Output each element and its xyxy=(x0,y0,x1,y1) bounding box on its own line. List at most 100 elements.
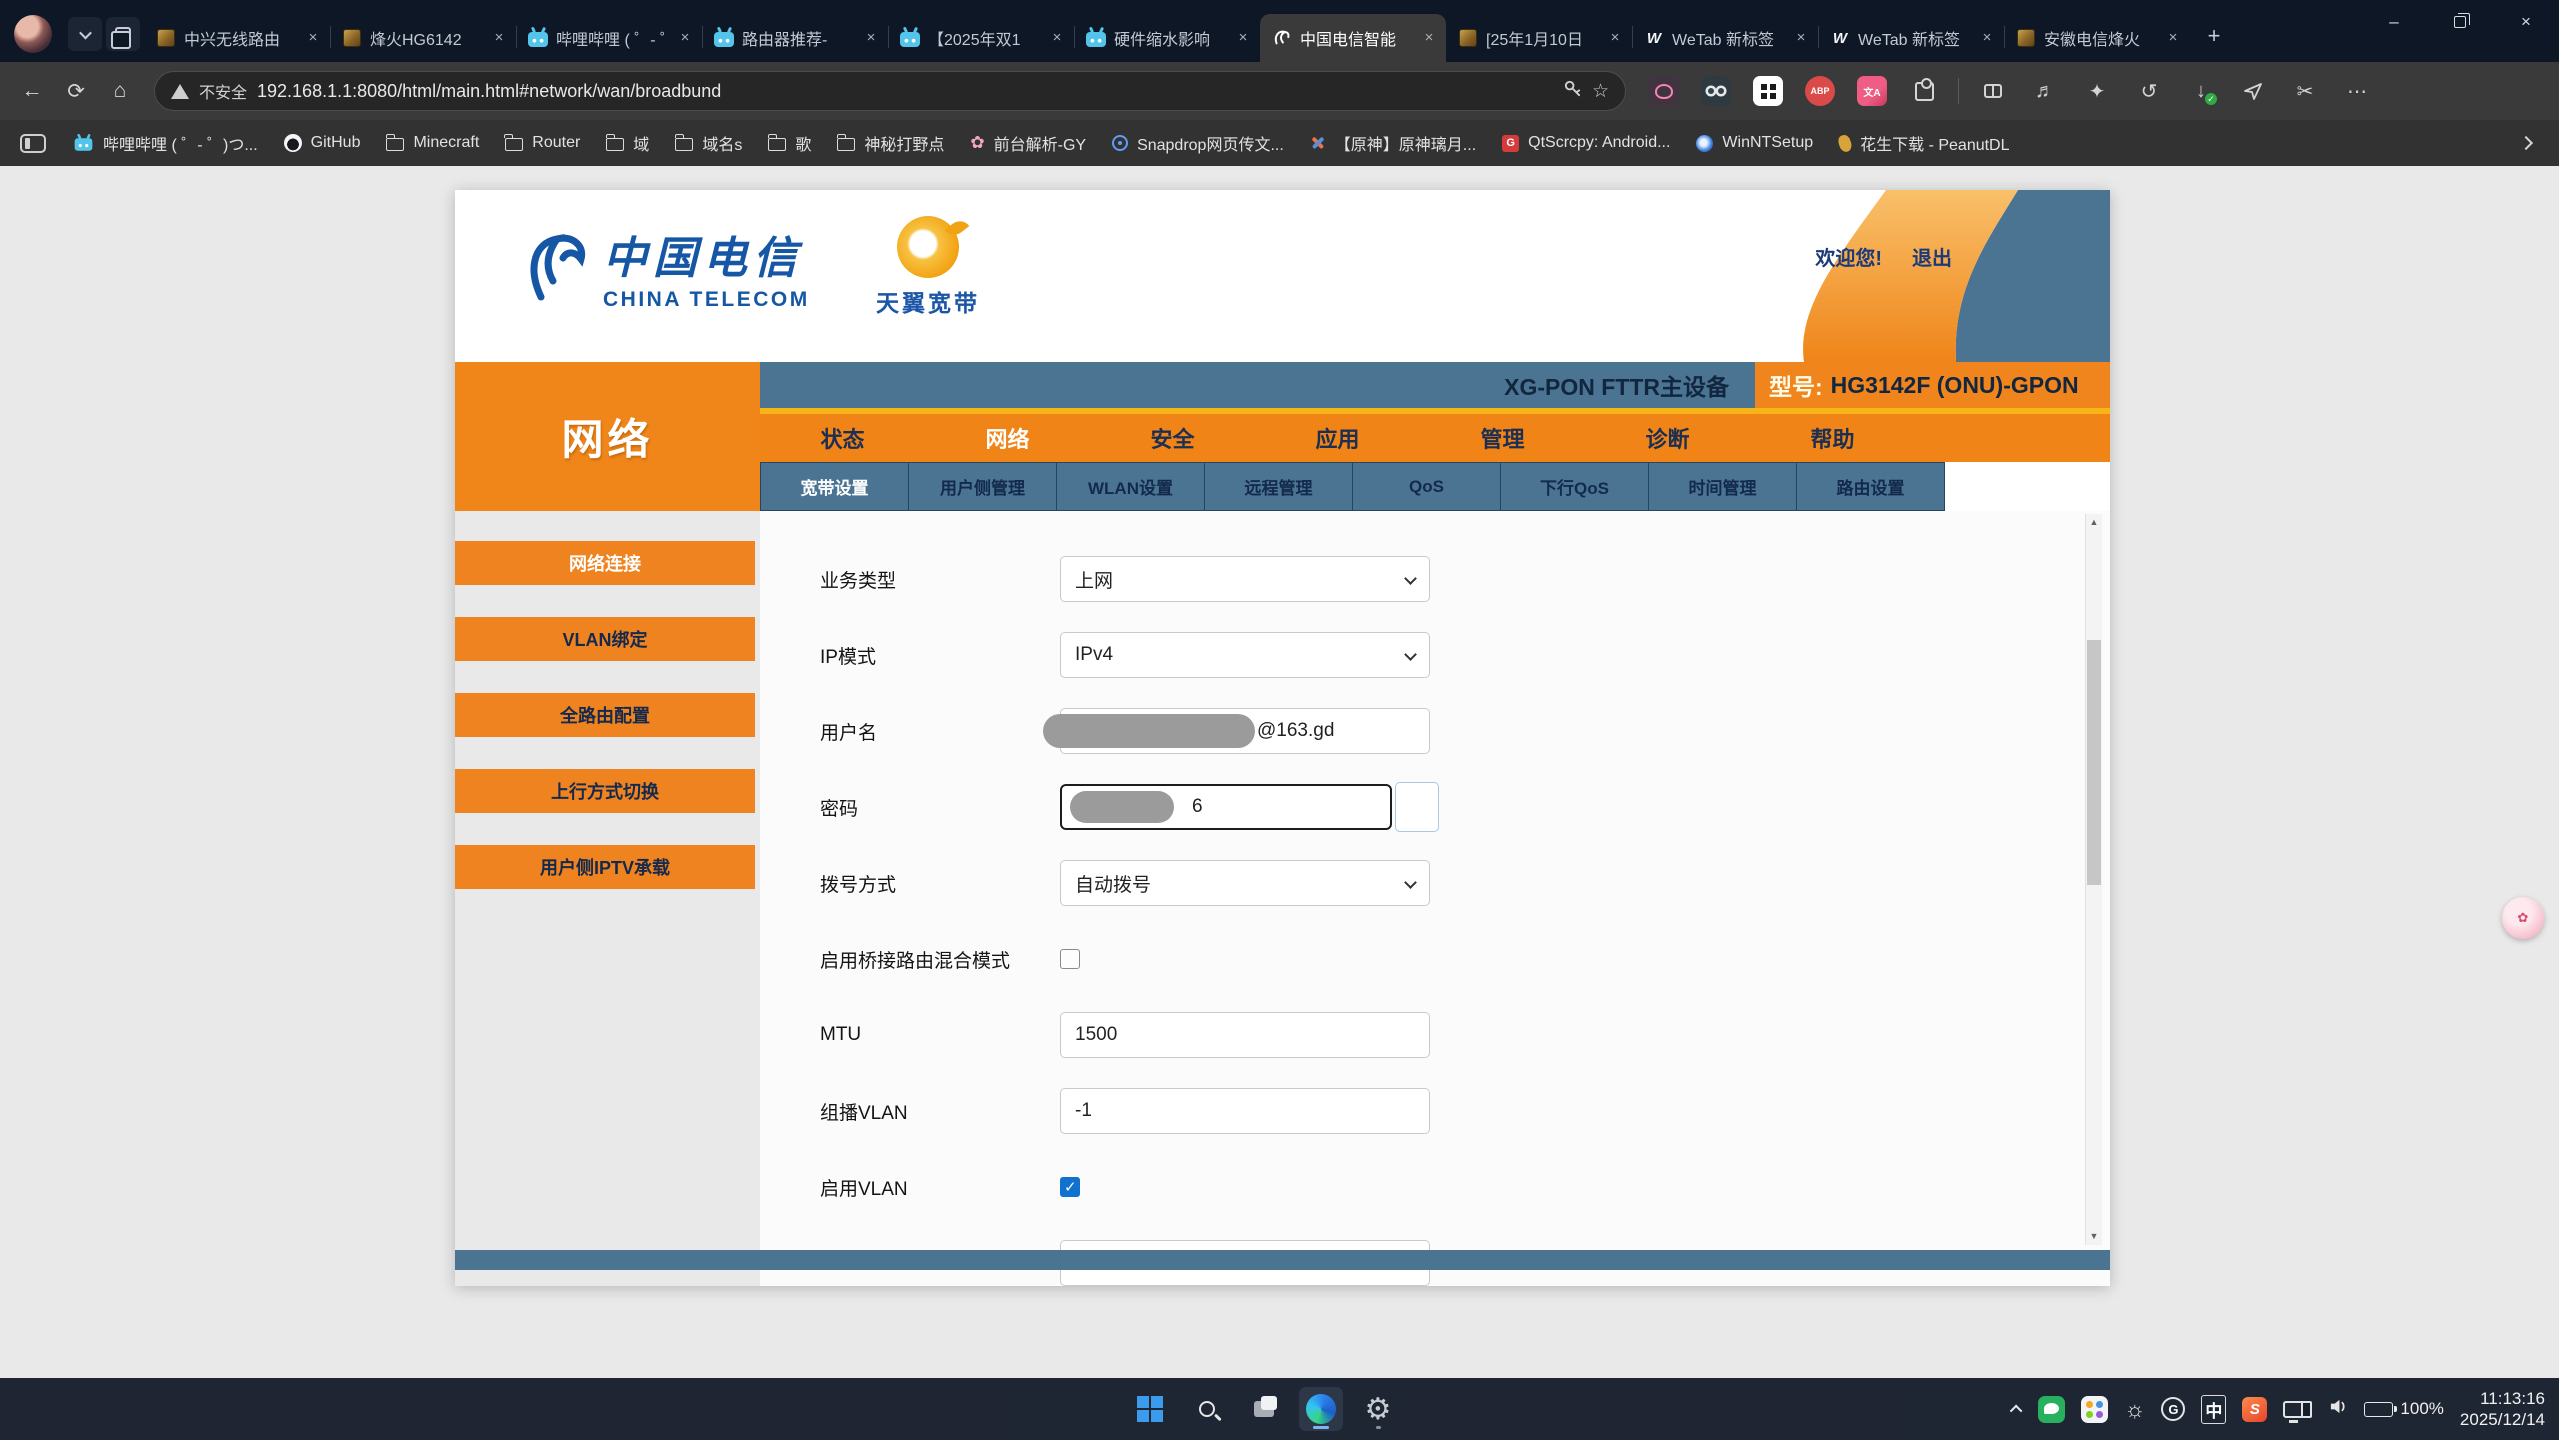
nav-item-security[interactable]: 安全 xyxy=(1090,422,1255,454)
restore-button[interactable] xyxy=(2427,0,2493,44)
bookmark-item[interactable]: 花生下载 - PeanutDL xyxy=(1826,131,2022,155)
scroll-down-arrow-icon[interactable]: ▼ xyxy=(2086,1228,2102,1245)
refresh-button[interactable]: ⟳ xyxy=(54,71,98,111)
bookmark-folder[interactable]: Router xyxy=(492,134,593,152)
sogou-tray-icon[interactable]: S xyxy=(2242,1397,2267,1422)
subtab-wlan-settings[interactable]: WLAN设置 xyxy=(1056,462,1205,511)
tray-overflow-chevron-icon[interactable] xyxy=(2010,1404,2023,1417)
nav-item-status[interactable]: 状态 xyxy=(760,422,925,454)
bookmark-folder[interactable]: 歌 xyxy=(755,131,824,155)
translate-extension-icon[interactable]: 文A xyxy=(1857,76,1887,106)
subtab-downstream-qos[interactable]: 下行QoS xyxy=(1500,462,1649,511)
back-button[interactable]: ← xyxy=(10,71,54,111)
nav-item-diagnosis[interactable]: 诊断 xyxy=(1585,422,1750,454)
tab-close-icon[interactable] xyxy=(676,29,694,47)
share-send-button[interactable] xyxy=(2227,71,2279,111)
battery-indicator[interactable]: 100% xyxy=(2364,1399,2443,1419)
nav-item-network[interactable]: 网络 xyxy=(925,422,1090,454)
adblock-plus-icon[interactable]: ABP xyxy=(1805,76,1835,106)
sidebar-item-full-route-config[interactable]: 全路由配置 xyxy=(455,693,755,737)
scrollbar-thumb[interactable] xyxy=(2087,640,2101,885)
home-button[interactable]: ⌂ xyxy=(98,71,142,111)
scroll-up-arrow-icon[interactable]: ▲ xyxy=(2086,514,2102,531)
settings-taskbar-button[interactable]: ⚙ xyxy=(1356,1387,1400,1431)
extensions-puzzle-icon[interactable] xyxy=(1909,76,1939,106)
browser-tab[interactable]: 【2025年双1 xyxy=(888,14,1074,62)
browser-tab-active[interactable]: 中国电信智能 xyxy=(1260,14,1446,62)
wechat-tray-icon[interactable] xyxy=(2038,1396,2065,1423)
bridge-mix-checkbox[interactable] xyxy=(1060,949,1080,969)
monitor-cast-icon[interactable] xyxy=(2283,1401,2307,1418)
bookmark-folder[interactable]: 域 xyxy=(593,131,662,155)
browser-tab[interactable]: 烽火HG6142 xyxy=(330,14,516,62)
tab-close-icon[interactable] xyxy=(1234,29,1252,47)
browser-tab[interactable]: 路由器推荐- xyxy=(702,14,888,62)
tab-close-icon[interactable] xyxy=(304,29,322,47)
bookmark-folder[interactable]: 神秘打野点 xyxy=(824,131,957,155)
browser-tab[interactable]: 安徽电信烽火 xyxy=(2004,14,2190,62)
tab-close-icon[interactable] xyxy=(1606,29,1624,47)
bookmarks-overflow-chevron-icon[interactable] xyxy=(2519,136,2533,150)
logout-link[interactable]: 退出 xyxy=(1912,242,1952,271)
nav-item-application[interactable]: 应用 xyxy=(1255,422,1420,454)
not-secure-warning-icon[interactable] xyxy=(171,84,189,99)
more-button[interactable]: ⋯ xyxy=(2331,71,2383,111)
browser-tab[interactable]: 中兴无线路由 xyxy=(144,14,330,62)
subtab-remote-mgmt[interactable]: 远程管理 xyxy=(1204,462,1353,511)
service-type-select[interactable]: 上网 xyxy=(1060,556,1430,602)
vertical-tabs-button[interactable] xyxy=(106,17,140,51)
media-button[interactable]: ♬ xyxy=(2019,71,2071,111)
mtu-input[interactable] xyxy=(1060,1012,1430,1058)
password-reveal-button[interactable] xyxy=(1395,782,1439,832)
subtab-time-mgmt[interactable]: 时间管理 xyxy=(1648,462,1797,511)
glasses-extension-icon[interactable] xyxy=(1701,76,1731,106)
mcast-vlan-input[interactable] xyxy=(1060,1088,1430,1134)
favorite-star-icon[interactable]: ☆ xyxy=(1592,80,1609,103)
sidebar-item-user-side-iptv[interactable]: 用户侧IPTV承载 xyxy=(455,845,755,889)
bookmark-item[interactable]: ✿前台解析-GY xyxy=(957,131,1099,155)
taskbar-clock[interactable]: 11:13:16 2025/12/14 xyxy=(2460,1388,2545,1430)
dial-mode-select[interactable]: 自动拨号 xyxy=(1060,860,1430,906)
side-panel-icon[interactable] xyxy=(20,134,46,153)
cat-extension-icon[interactable] xyxy=(1649,76,1679,106)
search-button[interactable] xyxy=(1185,1387,1229,1431)
close-button[interactable]: × xyxy=(2493,0,2559,44)
app-grid-tray-icon[interactable] xyxy=(2081,1396,2108,1423)
speaker-icon[interactable] xyxy=(2329,1397,2348,1421)
ip-mode-select[interactable]: IPv4 xyxy=(1060,632,1430,678)
bookmark-item[interactable]: Snapdrop网页传文... xyxy=(1099,131,1297,155)
browser-tab[interactable]: [25年1月10日 xyxy=(1446,14,1632,62)
bookmark-item[interactable]: WinNTSetup xyxy=(1683,134,1826,152)
password-key-icon[interactable] xyxy=(1563,79,1582,104)
bookmark-item[interactable]: 【原神】原神璃月... xyxy=(1297,131,1489,155)
new-tab-button[interactable]: + xyxy=(2196,18,2232,54)
subtab-route-settings[interactable]: 路由设置 xyxy=(1796,462,1945,511)
split-screen-button[interactable] xyxy=(1967,71,2019,111)
browser-tab[interactable]: W WeTab 新标签 xyxy=(1818,14,2004,62)
floating-assistant-button[interactable]: ✿ xyxy=(2502,897,2544,939)
nav-item-management[interactable]: 管理 xyxy=(1420,422,1585,454)
subtab-user-side-mgmt[interactable]: 用户侧管理 xyxy=(908,462,1057,511)
start-button[interactable] xyxy=(1128,1387,1172,1431)
address-bar[interactable]: 不安全 192.168.1.1:8080/html/main.html#netw… xyxy=(154,71,1626,111)
tab-search-button[interactable] xyxy=(68,17,102,51)
browser-tab[interactable]: 哔哩哔哩 ( ゜- ゜)つ xyxy=(516,14,702,62)
g-circle-tray-icon[interactable]: G xyxy=(2161,1397,2185,1421)
bookmark-item[interactable]: 哔哩哔哩 ( ゜- ゜)つ... xyxy=(60,131,271,155)
screenshot-button[interactable]: ✂ xyxy=(2279,71,2331,111)
edge-taskbar-button[interactable] xyxy=(1299,1387,1343,1431)
minimize-button[interactable]: – xyxy=(2361,0,2427,44)
username-field[interactable]: @163.gd xyxy=(1060,708,1430,754)
profile-avatar[interactable] xyxy=(14,15,52,53)
brightness-tray-icon[interactable]: ☼ xyxy=(2124,1396,2145,1423)
tab-close-icon[interactable] xyxy=(2164,29,2182,47)
content-scrollbar[interactable]: ▲ ▼ xyxy=(2085,514,2102,1245)
tab-close-icon[interactable] xyxy=(1420,29,1438,47)
ime-language-indicator[interactable]: 中 xyxy=(2201,1395,2226,1424)
browser-tab[interactable]: W WeTab 新标签 xyxy=(1632,14,1818,62)
subtab-broadband-settings[interactable]: 宽带设置 xyxy=(760,462,909,511)
bookmark-item[interactable]: GitHub xyxy=(271,134,374,152)
sidebar-item-network-connection[interactable]: 网络连接 xyxy=(455,541,755,585)
password-field[interactable]: 6 xyxy=(1060,784,1392,830)
bookmark-item[interactable]: GQtScrcpy: Android... xyxy=(1489,134,1683,152)
